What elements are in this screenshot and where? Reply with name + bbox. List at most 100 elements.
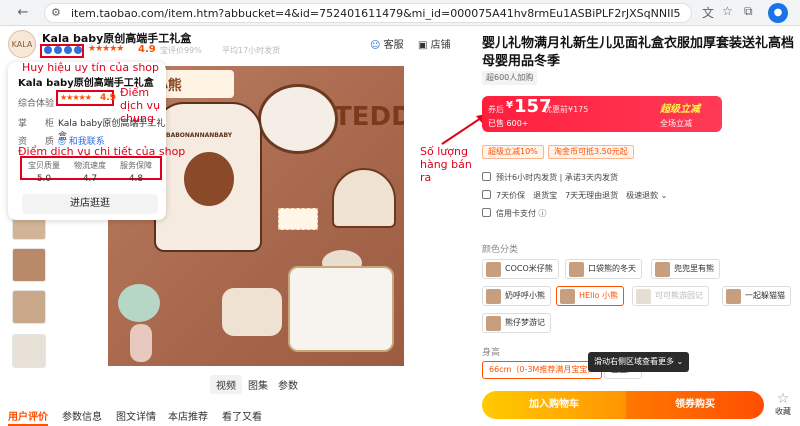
color-option-disabled[interactable]: 可可熊游园记: [632, 286, 709, 306]
store-label: 店铺: [430, 40, 451, 51]
sold-count: 已售 600+: [488, 119, 529, 128]
annotation-detail: Điểm dịch vụ chi tiết của shop: [18, 145, 186, 158]
credit-badge-icon: [54, 46, 62, 54]
clock-icon: [482, 172, 491, 181]
buy-now-button[interactable]: 领券购买: [626, 391, 764, 419]
card-icon: [482, 208, 491, 217]
shield-icon: [482, 190, 491, 199]
swatch-image: [486, 289, 501, 304]
back-icon[interactable]: ←: [14, 4, 32, 22]
color-option-label: HEllo 小熊: [579, 291, 618, 300]
hat-illustration: [332, 168, 396, 228]
rating-label: 物流速度: [74, 161, 106, 170]
shop-logo[interactable]: KALA: [8, 30, 36, 58]
coupon-discount[interactable]: 超级立减10%: [482, 145, 544, 159]
annotation-general: Điểm dịch vụ chung: [120, 86, 161, 125]
tab-params[interactable]: 参数: [278, 377, 298, 392]
tab-parameters[interactable]: 参数信息: [62, 408, 102, 423]
shipping-info: 预计6小时内发货 | 承诺3天内发货: [482, 172, 618, 183]
color-option-label: 兜兜里有熊: [674, 264, 714, 273]
star-icon: ☆: [776, 391, 790, 407]
tab-video[interactable]: 视频: [210, 375, 242, 394]
rating-value: 5.0: [36, 174, 52, 184]
credit-badge-icon: [44, 46, 52, 54]
color-option-label: 熊仔梦游记: [505, 318, 545, 327]
shop-stat-review: 宝评价99%: [160, 46, 202, 55]
cart-count-tag: 超600人加购: [482, 71, 538, 85]
customer-service-button[interactable]: ☺ 客服: [370, 36, 404, 54]
store-icon: ▣: [418, 40, 428, 51]
credit-badge-icon: [74, 46, 82, 54]
color-option[interactable]: 兜兜里有熊: [651, 259, 720, 279]
add-to-cart-button[interactable]: 加入购物车: [482, 391, 626, 419]
swatch-image: [636, 289, 651, 304]
shop-rating-score: 4.9: [138, 44, 156, 55]
store-button[interactable]: ▣ 店铺: [418, 36, 451, 54]
thumbnail[interactable]: [12, 290, 46, 324]
annotation-badge: Huy hiệu uy tín của shop: [22, 61, 160, 74]
currency-symbol: ¥: [506, 100, 513, 111]
browser-toolbar: ← ⚙ item.taobao.com/item.htm?abbucket=4&…: [0, 0, 800, 26]
rating-stars-icon: ★★★★★: [88, 44, 124, 54]
color-option[interactable]: 奶呼呼小熊: [482, 286, 551, 306]
price-banner: 券后 ¥ 157 优惠前¥175 已售 600+ 超级立减 全场立减: [482, 96, 722, 132]
tab-recommend[interactable]: 本店推荐: [168, 408, 208, 423]
shop-stat-delivery: 平均17小时发货: [222, 46, 281, 55]
rating-service: 服务保障 4.8: [114, 160, 158, 184]
profile-icon[interactable]: ●: [768, 3, 788, 23]
chat-icon: ☺: [370, 40, 381, 51]
tab-reviews[interactable]: 用户评价: [8, 408, 48, 426]
payment-text: 信用卡支付 ⓘ: [496, 209, 547, 218]
teether-illustration: [118, 284, 160, 322]
tab-details[interactable]: 图文详情: [116, 408, 156, 423]
shipping-text: 预计6小时内发货 | 承诺3天内发货: [496, 173, 618, 182]
color-option[interactable]: 熊仔梦游记: [482, 313, 551, 333]
tune-icon[interactable]: ⚙: [51, 6, 61, 19]
address-bar[interactable]: ⚙ item.taobao.com/item.htm?abbucket=4&id…: [44, 3, 692, 23]
url-text[interactable]: item.taobao.com/item.htm?abbucket=4&id=7…: [71, 7, 681, 20]
overall-stars-icon: ★★★★★: [60, 93, 92, 102]
swatch-image: [655, 262, 670, 277]
credit-badge-icon: [64, 46, 72, 54]
rating-label: 宝贝质量: [28, 161, 60, 170]
color-option-label: 口袋熊的冬天: [588, 264, 636, 273]
rating-value: 4.7: [82, 174, 98, 184]
swatch-image: [569, 262, 584, 277]
color-label: 颜色分类: [482, 245, 519, 255]
star-icon[interactable]: ☆: [722, 4, 733, 18]
onesie-text: BABONANNANBABY: [166, 132, 233, 139]
gift-box-illustration: [288, 266, 394, 352]
color-option-label: 一起躲猫猫: [745, 291, 785, 300]
bib-illustration: [258, 84, 338, 154]
customer-service-label: 客服: [383, 40, 404, 51]
detail-ratings: 宝贝质量 5.0 物流速度 4.7 服务保障 4.8: [22, 160, 158, 184]
coupon-coins[interactable]: 淘金币可抵3.50元起: [548, 145, 634, 159]
color-option-label: COCO米仔熊: [505, 264, 553, 273]
size-option-selected[interactable]: 66cm（0-3M推荐满月宝宝）: [482, 361, 603, 379]
thumbnail[interactable]: [12, 334, 46, 368]
guarantee-text: 7天价保 退货宝 7天无理由退货 极速退款 ⌄: [496, 191, 668, 200]
enter-shop-button[interactable]: 进店逛逛: [22, 194, 158, 214]
rating-quality: 宝贝质量 5.0: [22, 160, 66, 184]
translate-icon[interactable]: 文: [702, 4, 714, 21]
swatch-image: [486, 316, 501, 331]
annotation-sold: Số lượng hàng bán ra: [420, 145, 472, 184]
color-option[interactable]: 口袋熊的冬天: [565, 259, 642, 279]
overall-score: 4.9: [100, 93, 116, 103]
guarantee-info[interactable]: 7天价保 退货宝 7天无理由退货 极速退款 ⌄: [482, 190, 667, 201]
rating-label: 服务保障: [120, 161, 152, 170]
color-option-selected[interactable]: HEllo 小熊: [556, 286, 624, 306]
shop-keeper-label: 掌 柜: [18, 119, 55, 129]
tab-also-viewed[interactable]: 看了又看: [222, 408, 262, 423]
color-option-label: 可可熊游园记: [655, 291, 703, 300]
product-title: 婴儿礼物满月礼新生儿见面礼盒衣服加厚套装送礼高档母婴用品冬季: [482, 36, 795, 69]
price-label: 券后: [488, 105, 504, 114]
tab-gallery[interactable]: 图集: [248, 377, 268, 392]
extensions-icon[interactable]: ⧉: [744, 4, 753, 19]
rating-logistics: 物流速度 4.7: [68, 160, 112, 184]
thumbnail[interactable]: [12, 248, 46, 282]
color-option[interactable]: COCO米仔熊: [482, 259, 559, 279]
favorite-button[interactable]: ☆ 收藏: [770, 392, 796, 417]
promo-subtitle: 全场立减: [660, 119, 692, 128]
color-option[interactable]: 一起躲猫猫: [722, 286, 791, 306]
